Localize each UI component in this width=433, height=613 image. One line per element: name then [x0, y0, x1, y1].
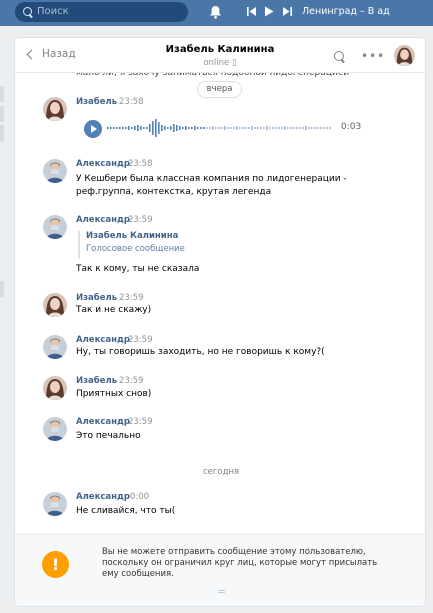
- avatar[interactable]: [43, 417, 67, 441]
- message-line: У Кешбери была классная компания по лидо…: [76, 174, 347, 184]
- search-placeholder: Поиск: [37, 6, 69, 17]
- message-time: 23:59: [128, 215, 153, 225]
- message-text: Не сливайся, что ты(: [76, 506, 176, 516]
- avatar[interactable]: [43, 492, 67, 516]
- search-icon[interactable]: [334, 51, 344, 61]
- message-text: Это печально: [76, 431, 141, 441]
- message-text: У Кешбери была классная компания по лидо…: [76, 173, 376, 199]
- sender-name[interactable]: Изабель: [76, 293, 117, 303]
- message-text: Приятных снов): [76, 389, 152, 399]
- message-text: Так к кому, ты не сказала: [76, 264, 200, 274]
- voice-play-button[interactable]: [84, 120, 102, 138]
- forwarded-sender[interactable]: Изабель Калинина: [86, 231, 185, 241]
- avatar[interactable]: [43, 215, 67, 239]
- message-time: 23:59: [119, 293, 144, 303]
- avatar[interactable]: [43, 376, 67, 400]
- sender-name[interactable]: Изабель: [76, 97, 117, 107]
- prev-track-icon[interactable]: [247, 6, 257, 17]
- avatar[interactable]: [394, 45, 415, 66]
- forwarded-text[interactable]: Голосовое сообщение: [86, 244, 185, 254]
- sender-name[interactable]: Александр: [76, 335, 130, 345]
- sidebar-fragment: [0, 106, 4, 122]
- date-separator: сегодня: [203, 467, 240, 477]
- message-text: Так и не скажу): [76, 305, 152, 315]
- avatar[interactable]: [43, 293, 67, 317]
- message-time: 23:58: [128, 159, 153, 169]
- play-icon[interactable]: [264, 6, 274, 17]
- chat-panel: Назад Изабель Калинина online ▯ ••• мало…: [15, 38, 425, 606]
- sender-name[interactable]: Александр: [76, 215, 130, 225]
- voice-duration: 0:03: [341, 122, 362, 132]
- sender-name[interactable]: Александр: [76, 417, 130, 427]
- sidebar-fragment: [0, 281, 4, 297]
- message-time: 23:59: [128, 417, 153, 427]
- bell-icon[interactable]: [209, 5, 222, 19]
- avatar[interactable]: [43, 335, 67, 359]
- warning-icon: !: [42, 551, 69, 578]
- resize-handle[interactable]: [218, 590, 225, 593]
- top-bar: Поиск Ленинград – В ад: [0, 0, 433, 26]
- search-input[interactable]: Поиск: [15, 2, 188, 22]
- message-time: 23:58: [119, 97, 144, 107]
- sidebar-fragment: [0, 125, 4, 141]
- search-icon: [23, 7, 32, 16]
- message-line: реф.группа, контекстка, крутая легенда: [76, 187, 272, 197]
- sender-name[interactable]: Александр: [76, 159, 130, 169]
- voice-waveform[interactable]: [107, 118, 332, 138]
- sender-name[interactable]: Александр: [76, 492, 130, 502]
- sender-name[interactable]: Изабель: [76, 376, 117, 386]
- message-text: Ну, ты говоришь заходить, но не говоришь…: [76, 347, 325, 357]
- sidebar-fragment: [0, 86, 4, 102]
- avatar[interactable]: [43, 159, 67, 183]
- notice-text: Вы не можете отправить сообщение этому п…: [102, 547, 378, 579]
- more-icon[interactable]: •••: [361, 49, 385, 63]
- chat-header: Назад Изабель Калинина online ▯ •••: [15, 38, 425, 73]
- message-time: 23:59: [128, 335, 153, 345]
- now-playing-title[interactable]: Ленинград – В ад: [302, 6, 390, 17]
- next-track-icon[interactable]: [282, 6, 292, 17]
- date-separator: вчера: [197, 81, 242, 98]
- write-restriction-notice: ! Вы не можете отправить сообщение этому…: [15, 534, 425, 606]
- message-time: 23:59: [119, 376, 144, 386]
- forwarded-message[interactable]: Изабель Калинина Голосовое сообщение: [78, 231, 185, 259]
- avatar[interactable]: [43, 97, 67, 121]
- message-time: 0:00: [130, 492, 150, 502]
